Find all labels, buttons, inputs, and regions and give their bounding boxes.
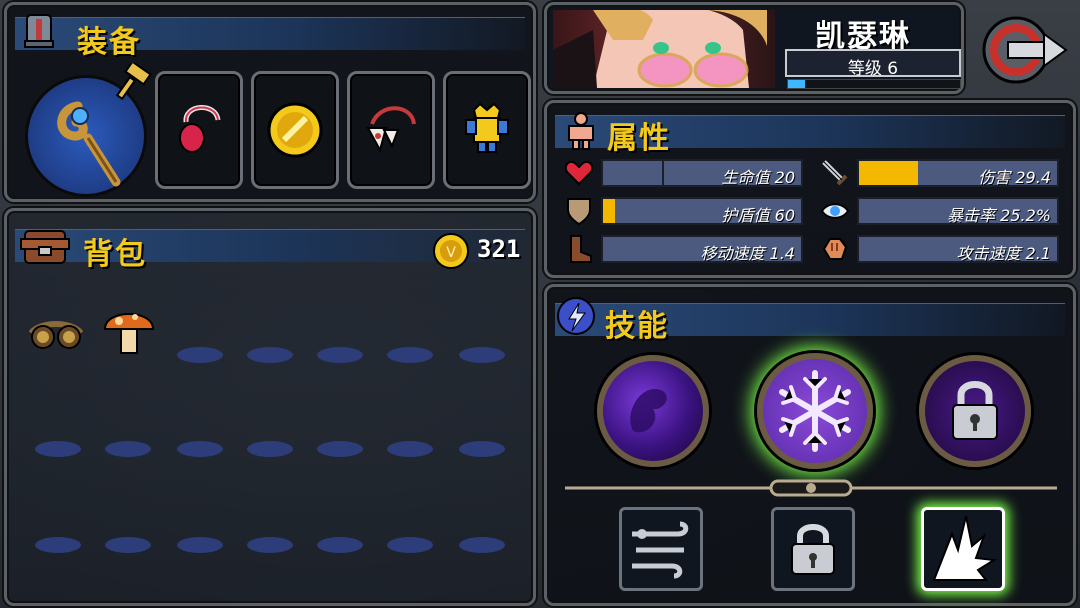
equip-slot-2[interactable] <box>251 71 339 189</box>
skill-button-locked[interactable] <box>771 507 855 591</box>
stat-attack-speed-bar: 攻击速度 2.1 <box>857 235 1059 263</box>
pendant-icon <box>179 105 221 153</box>
skill-button-dash[interactable] <box>619 507 703 591</box>
stat-damage-label: 伤害 29.4 <box>978 168 1051 187</box>
back-button[interactable] <box>978 12 1070 88</box>
level-label: 等级 6 <box>847 59 899 79</box>
bag-empty-slot[interactable] <box>105 537 151 553</box>
attributes-panel: 属性 生命值 20 伤害 29.4 护盾值 60 暴击率 25.2% 移动速度 … <box>544 100 1076 278</box>
bag-empty-slot[interactable] <box>35 537 81 553</box>
boot-icon <box>561 233 597 265</box>
bag-empty-slot[interactable] <box>247 537 293 553</box>
skill-slot-1[interactable] <box>597 355 709 467</box>
stat-attack-speed: 攻击速度 2.1 <box>817 233 1063 265</box>
bag-empty-slot[interactable] <box>177 347 223 363</box>
golden-armor-icon <box>465 102 509 153</box>
bag-item-mushroom[interactable] <box>99 299 159 363</box>
fist-icon <box>817 233 853 265</box>
bag-empty-slot[interactable] <box>317 441 363 457</box>
stat-shield-fill <box>603 199 615 223</box>
bag-empty-slot[interactable] <box>317 537 363 553</box>
stat-shield: 护盾值 60 <box>561 195 803 227</box>
hammer-badge-icon <box>113 60 153 107</box>
stat-attack-speed-label: 攻击速度 2.1 <box>956 244 1051 263</box>
sword-icon <box>817 157 853 189</box>
coin-count: 321 <box>477 235 521 263</box>
bag-empty-slot[interactable] <box>105 441 151 457</box>
bag-empty-slot[interactable] <box>387 347 433 363</box>
back-arrow-icon <box>982 16 1068 84</box>
stat-hp: 生命值 20 <box>561 157 803 189</box>
skill-lightning-orb-icon <box>555 295 597 341</box>
skills-panel: 技能 <box>544 284 1076 606</box>
shield-icon <box>561 195 597 227</box>
heart-icon <box>561 157 597 189</box>
bag-item-goggles[interactable] <box>21 307 91 357</box>
wind-dash-icon <box>632 521 689 579</box>
stat-hp-bar: 生命值 20 <box>601 159 803 187</box>
body-icon <box>563 111 599 155</box>
stat-move-speed-bar: 移动速度 1.4 <box>601 235 803 263</box>
equipment-header-icon <box>21 11 57 55</box>
stat-move-speed: 移动速度 1.4 <box>561 233 803 265</box>
stat-shield-bar: 护盾值 60 <box>601 197 803 225</box>
ornament-divider <box>565 479 1057 497</box>
coin-icon: V <box>431 231 471 275</box>
stat-hp-label: 生命值 20 <box>721 168 795 187</box>
gold-coin-medal-icon <box>267 102 323 158</box>
backpack-title: 背包 <box>83 237 147 272</box>
stat-crit: 暴击率 25.2% <box>817 195 1063 227</box>
bag-empty-slot[interactable] <box>387 441 433 457</box>
goggles-icon <box>28 321 84 349</box>
skill-slot-2-selected[interactable] <box>757 353 873 469</box>
skill-button-selected[interactable] <box>921 507 1005 591</box>
bag-empty-slot[interactable] <box>177 537 223 553</box>
skill-slot-3-locked[interactable] <box>919 355 1031 467</box>
skills-title: 技能 <box>605 309 669 344</box>
bag-empty-slot[interactable] <box>247 347 293 363</box>
fang-necklace-icon <box>366 106 416 153</box>
stat-crit-label: 暴击率 25.2% <box>947 206 1051 225</box>
bag-empty-slot[interactable] <box>35 441 81 457</box>
stat-damage-bar: 伤害 29.4 <box>857 159 1059 187</box>
eye-icon <box>817 195 853 227</box>
equip-slot-3[interactable] <box>347 71 435 189</box>
equipment-panel: 装备 <box>4 2 536 202</box>
equipment-title: 装备 <box>77 25 141 60</box>
stat-hp-fill <box>603 161 665 185</box>
stat-crit-bar: 暴击率 25.2% <box>857 197 1059 225</box>
stat-move-speed-label: 移动速度 1.4 <box>700 244 795 263</box>
stat-damage-fill <box>859 161 919 185</box>
stat-shield-label: 护盾值 60 <box>721 206 795 225</box>
character-portrait <box>553 10 775 88</box>
shatter-icon <box>932 515 997 581</box>
character-panel: 凯瑟琳 等级 6 <box>544 2 964 94</box>
backpack-icon <box>19 225 71 273</box>
dark-orb-icon <box>630 389 667 433</box>
equip-slot-1[interactable] <box>155 71 243 189</box>
bag-empty-slot[interactable] <box>459 441 505 457</box>
bag-empty-slot[interactable] <box>247 441 293 457</box>
svg-text:V: V <box>446 245 456 261</box>
xp-bar <box>787 79 961 89</box>
bag-empty-slot[interactable] <box>459 347 505 363</box>
bag-empty-slot[interactable] <box>177 441 223 457</box>
attributes-title: 属性 <box>607 121 671 156</box>
equip-slot-4[interactable] <box>443 71 531 189</box>
level-box: 等级 6 <box>785 49 961 79</box>
stat-damage: 伤害 29.4 <box>817 157 1063 189</box>
bag-empty-slot[interactable] <box>317 347 363 363</box>
snowflake-icon <box>779 370 851 452</box>
bag-empty-slot[interactable] <box>459 537 505 553</box>
backpack-panel: 背包 V 321 <box>4 208 536 606</box>
lock-icon <box>952 381 998 440</box>
lock-icon <box>791 524 835 575</box>
mushroom-icon <box>103 313 155 354</box>
xp-bar-fill <box>788 80 806 88</box>
bag-empty-slot[interactable] <box>387 537 433 553</box>
